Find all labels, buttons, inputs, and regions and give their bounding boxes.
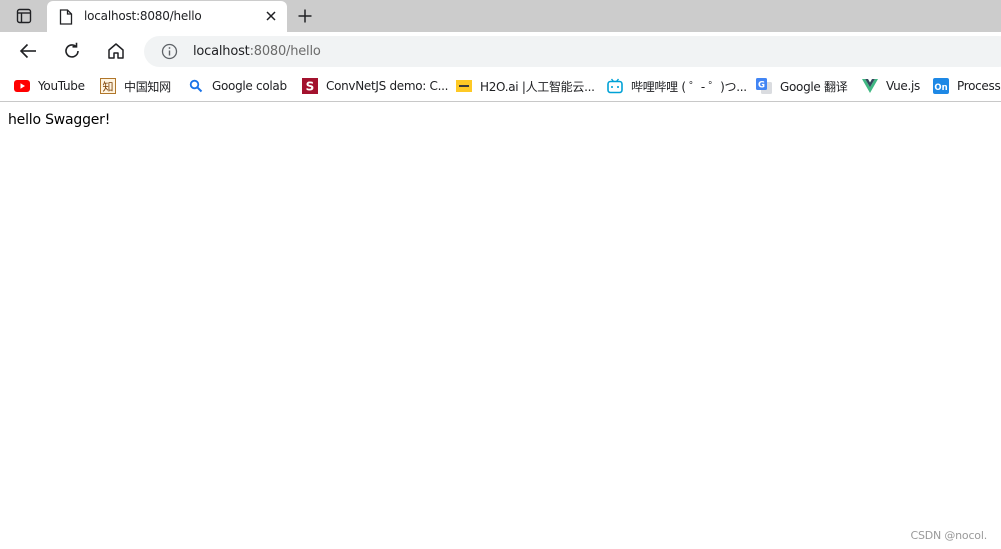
bookmark-label: Vue.js (886, 79, 920, 93)
back-button[interactable] (16, 39, 40, 63)
bookmark-label: Google 翻译 (780, 79, 848, 94)
bookmark-label: ProcessOn (957, 79, 1001, 93)
tab-strip: localhost:8080/hello (0, 0, 1001, 32)
bookmark-label: ConvNetJS demo: C... (326, 79, 449, 93)
home-icon (108, 43, 124, 59)
bookmarks-bar: YouTube 知 中国知网 Google colab S ConvNetJS … (0, 70, 1001, 102)
close-icon (266, 11, 276, 21)
svg-text:On: On (934, 83, 947, 93)
svg-text:S: S (306, 80, 315, 94)
bookmark-google-colab[interactable]: Google colab (188, 76, 287, 96)
refresh-icon (65, 42, 79, 58)
svg-text:知: 知 (103, 80, 114, 94)
page-text: hello Swagger! (8, 112, 111, 128)
bookmark-label: YouTube (38, 79, 85, 93)
bookmark-youtube[interactable]: YouTube (14, 76, 85, 96)
url-path: :8080/hello (249, 44, 321, 59)
vue-icon (862, 78, 878, 94)
bookmark-bilibili[interactable]: 哔哩哔哩 ( ゜- ゜)つ... (607, 76, 747, 96)
home-button[interactable] (104, 39, 128, 63)
bookmark-convnetjs[interactable]: S ConvNetJS demo: C... (302, 76, 448, 96)
bookmark-label: H2O.ai |人工智能云... (480, 79, 595, 94)
bookmark-processon[interactable]: On ProcessOn (933, 76, 1001, 96)
info-icon[interactable] (161, 43, 178, 60)
new-tab-button[interactable] (294, 6, 316, 26)
browser-toolbar: localhost:8080/hello (0, 32, 1001, 70)
page-icon (59, 9, 73, 25)
page-content: hello Swagger! CSDN @nocol. (0, 103, 1001, 549)
url-host: localhost (193, 44, 250, 59)
tab-actions-button[interactable] (8, 6, 40, 26)
bookmark-h2o[interactable]: H2O.ai |人工智能云... (456, 76, 595, 96)
google-translate-icon: G (756, 78, 772, 94)
convnetjs-icon: S (302, 78, 318, 94)
processon-icon: On (933, 78, 949, 94)
watermark: CSDN @nocol. (910, 529, 988, 542)
bookmark-label: 中国知网 (124, 79, 171, 94)
bookmark-cnki[interactable]: 知 中国知网 (100, 76, 171, 96)
tab-title: localhost:8080/hello (84, 9, 202, 23)
plus-icon (298, 9, 312, 23)
refresh-button[interactable] (60, 39, 84, 63)
back-arrow-icon (19, 43, 36, 59)
tab-close-button[interactable] (263, 8, 279, 24)
bookmark-label: 哔哩哔哩 ( ゜- ゜)つ... (631, 79, 747, 94)
tab-actions-icon (16, 8, 32, 24)
h2o-icon (456, 78, 472, 94)
bilibili-icon (607, 78, 623, 94)
youtube-icon (14, 78, 30, 94)
bookmark-vue[interactable]: Vue.js (862, 76, 920, 96)
svg-text:G: G (758, 81, 765, 91)
tab-active[interactable]: localhost:8080/hello (47, 1, 287, 32)
search-icon (188, 78, 204, 94)
bookmark-google-translate[interactable]: G Google 翻译 (756, 76, 848, 96)
address-bar[interactable]: localhost:8080/hello (144, 36, 1001, 67)
bookmark-label: Google colab (212, 79, 287, 93)
url-text[interactable]: localhost:8080/hello (193, 44, 321, 59)
cnki-icon: 知 (100, 78, 116, 94)
